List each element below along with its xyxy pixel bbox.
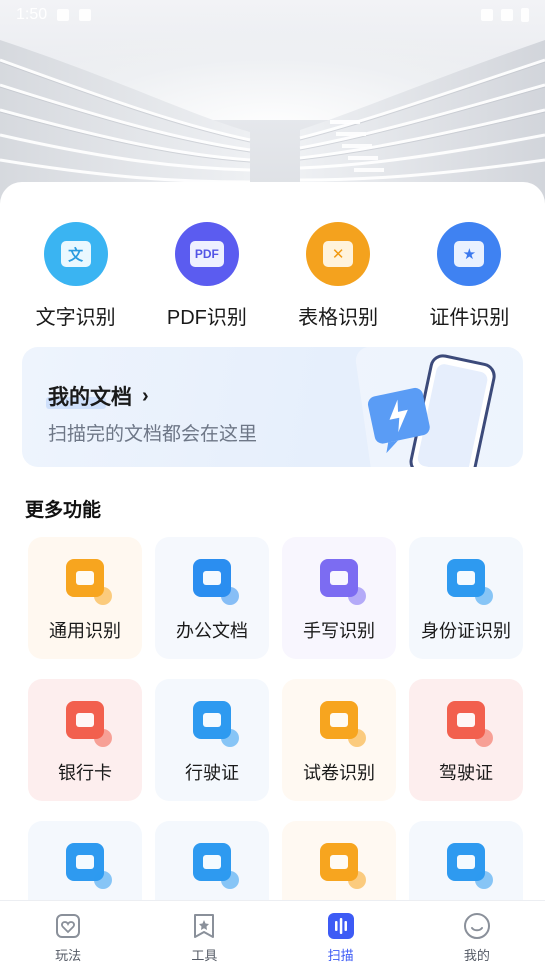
quick-action-table[interactable]: ✕ 表格识别 bbox=[278, 222, 398, 330]
number-card-icon bbox=[193, 843, 239, 889]
battery-icon bbox=[521, 8, 529, 22]
notification-icon bbox=[79, 9, 92, 21]
my-documents-card[interactable]: 我的文档 › 扫描完的文档都会在这里 bbox=[22, 347, 523, 467]
passport-icon bbox=[66, 843, 112, 889]
heart-icon bbox=[54, 912, 82, 940]
quick-action-label: 文字识别 bbox=[35, 307, 116, 329]
quick-action-id[interactable]: ★ 证件识别 bbox=[409, 222, 529, 330]
quick-action-text[interactable]: 文 文字识别 bbox=[16, 222, 136, 330]
status-time: 1:50 bbox=[16, 6, 48, 23]
quick-actions: 文 文字识别 PDF PDF识别 ✕ 表格识别 ★ 证件识别 bbox=[0, 222, 545, 330]
tab-0[interactable]: 玩法 bbox=[18, 901, 118, 970]
quick-action-pdf[interactable]: PDF PDF识别 bbox=[147, 222, 267, 330]
tab-label: 我的 bbox=[463, 948, 490, 963]
feature-card-label: 身份证识别 bbox=[421, 621, 511, 641]
camera-icon bbox=[66, 559, 112, 605]
tab-2[interactable]: 扫描 bbox=[291, 901, 391, 970]
tab-1[interactable]: 工具 bbox=[154, 901, 254, 970]
scan-icon bbox=[327, 912, 355, 940]
tab-label: 玩法 bbox=[55, 948, 82, 963]
table-recognition-icon: ✕ bbox=[306, 222, 371, 286]
feature-card-label: 试卷识别 bbox=[303, 763, 375, 783]
bank-card-icon bbox=[66, 701, 112, 747]
quick-action-label: PDF识别 bbox=[166, 307, 247, 329]
pdf-recognition-icon: PDF bbox=[174, 222, 239, 286]
feature-card[interactable]: 身份证识别 bbox=[409, 537, 523, 659]
word-doc-icon bbox=[193, 559, 239, 605]
text-recognition-icon: 文 bbox=[43, 222, 108, 286]
star-bookmark-icon bbox=[190, 912, 218, 940]
feature-card-label: 驾驶证 bbox=[439, 763, 493, 783]
id-recognition-icon: ★ bbox=[437, 222, 502, 286]
feature-card-label: 银行卡 bbox=[58, 763, 112, 783]
tab-label: 工具 bbox=[191, 948, 218, 963]
pen-icon bbox=[320, 559, 366, 605]
feature-card-label: 手写识别 bbox=[303, 621, 375, 641]
feature-card[interactable]: 银行卡 bbox=[28, 679, 142, 801]
download-icon bbox=[57, 9, 70, 21]
receipt-icon bbox=[447, 843, 493, 889]
feature-card[interactable]: 通用识别 bbox=[28, 537, 142, 659]
vehicle-license-icon bbox=[193, 701, 239, 747]
feature-card-label: 办公文档 bbox=[176, 621, 248, 641]
id-card-icon bbox=[447, 559, 493, 605]
feature-card-label: 行驶证 bbox=[185, 763, 239, 783]
exam-paper-icon bbox=[320, 701, 366, 747]
signal-icon bbox=[501, 9, 513, 21]
tab-label: 扫描 bbox=[327, 948, 354, 963]
status-bar: 1:50 bbox=[16, 4, 529, 26]
my-documents-subtitle: 扫描完的文档都会在这里 bbox=[48, 424, 258, 445]
quick-action-label: 证件识别 bbox=[429, 307, 510, 329]
feature-grid: 通用识别 办公文档 手写识别 身份证识别银行卡 行驶证 试卷识别 驾驶证 bbox=[28, 537, 523, 943]
feature-card[interactable]: 试卷识别 bbox=[282, 679, 396, 801]
certificate-icon bbox=[320, 843, 366, 889]
main-sheet: 文 文字识别 PDF PDF识别 ✕ 表格识别 ★ 证件识别 我的文档 › 扫描… bbox=[0, 182, 545, 970]
wifi-icon bbox=[481, 9, 493, 21]
feature-card-label: 通用识别 bbox=[49, 621, 121, 641]
more-features-title: 更多功能 bbox=[25, 500, 102, 521]
feature-card[interactable]: 驾驶证 bbox=[409, 679, 523, 801]
my-documents-title: 我的文档 bbox=[48, 386, 132, 409]
bottom-tab-bar: 玩法 工具 扫描 我的 bbox=[0, 900, 545, 970]
chevron-right-icon: › bbox=[142, 384, 149, 407]
feature-card[interactable]: 行驶证 bbox=[155, 679, 269, 801]
feature-card[interactable]: 手写识别 bbox=[282, 537, 396, 659]
phone-illustration bbox=[355, 347, 523, 467]
feature-card[interactable]: 办公文档 bbox=[155, 537, 269, 659]
driver-license-icon bbox=[447, 701, 493, 747]
smile-icon bbox=[463, 912, 491, 940]
quick-action-label: 表格识别 bbox=[298, 307, 379, 329]
tab-3[interactable]: 我的 bbox=[427, 901, 527, 970]
